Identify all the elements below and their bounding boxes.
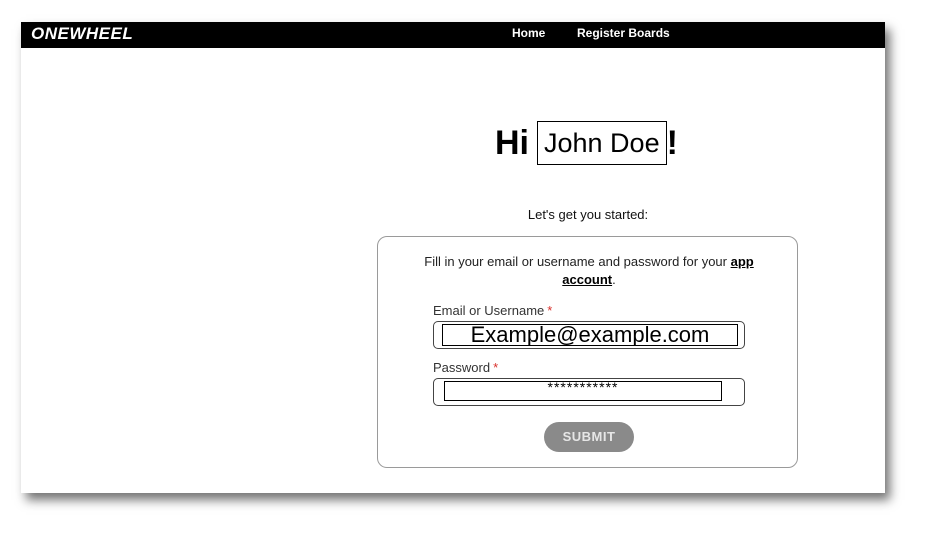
intro-period: .: [612, 272, 616, 287]
password-label: Password *: [433, 360, 498, 375]
greeting-heading: Hi John Doe !: [495, 121, 678, 165]
user-name: John Doe: [537, 121, 667, 165]
password-label-text: Password: [433, 360, 491, 375]
login-card: Fill in your email or username and passw…: [377, 236, 798, 468]
nav-home-link[interactable]: Home: [512, 25, 545, 41]
password-value[interactable]: ***********: [444, 381, 722, 401]
nav-register-boards-link[interactable]: Register Boards: [577, 25, 670, 41]
required-asterisk: *: [547, 303, 553, 318]
greeting-prefix: Hi: [495, 123, 529, 162]
greeting-suffix: !: [666, 123, 678, 162]
submit-button[interactable]: SUBMIT: [544, 422, 634, 452]
login-instructions: Fill in your email or username and passw…: [418, 253, 760, 289]
page-subtitle: Let's get you started:: [527, 207, 649, 222]
email-label-text: Email or Username: [433, 303, 545, 318]
email-value[interactable]: Example@example.com: [442, 324, 738, 346]
browser-window: ONEWHEEL Home Register Boards Hi John Do…: [21, 22, 885, 493]
email-field[interactable]: Example@example.com: [433, 321, 745, 349]
top-nav-bar: ONEWHEEL Home Register Boards: [21, 22, 885, 48]
password-field[interactable]: ***********: [433, 378, 745, 406]
email-label: Email or Username *: [433, 303, 552, 318]
onewheel-logo[interactable]: ONEWHEEL: [31, 23, 133, 45]
intro-text: Fill in your email or username and passw…: [424, 254, 731, 269]
required-asterisk: *: [493, 360, 499, 375]
